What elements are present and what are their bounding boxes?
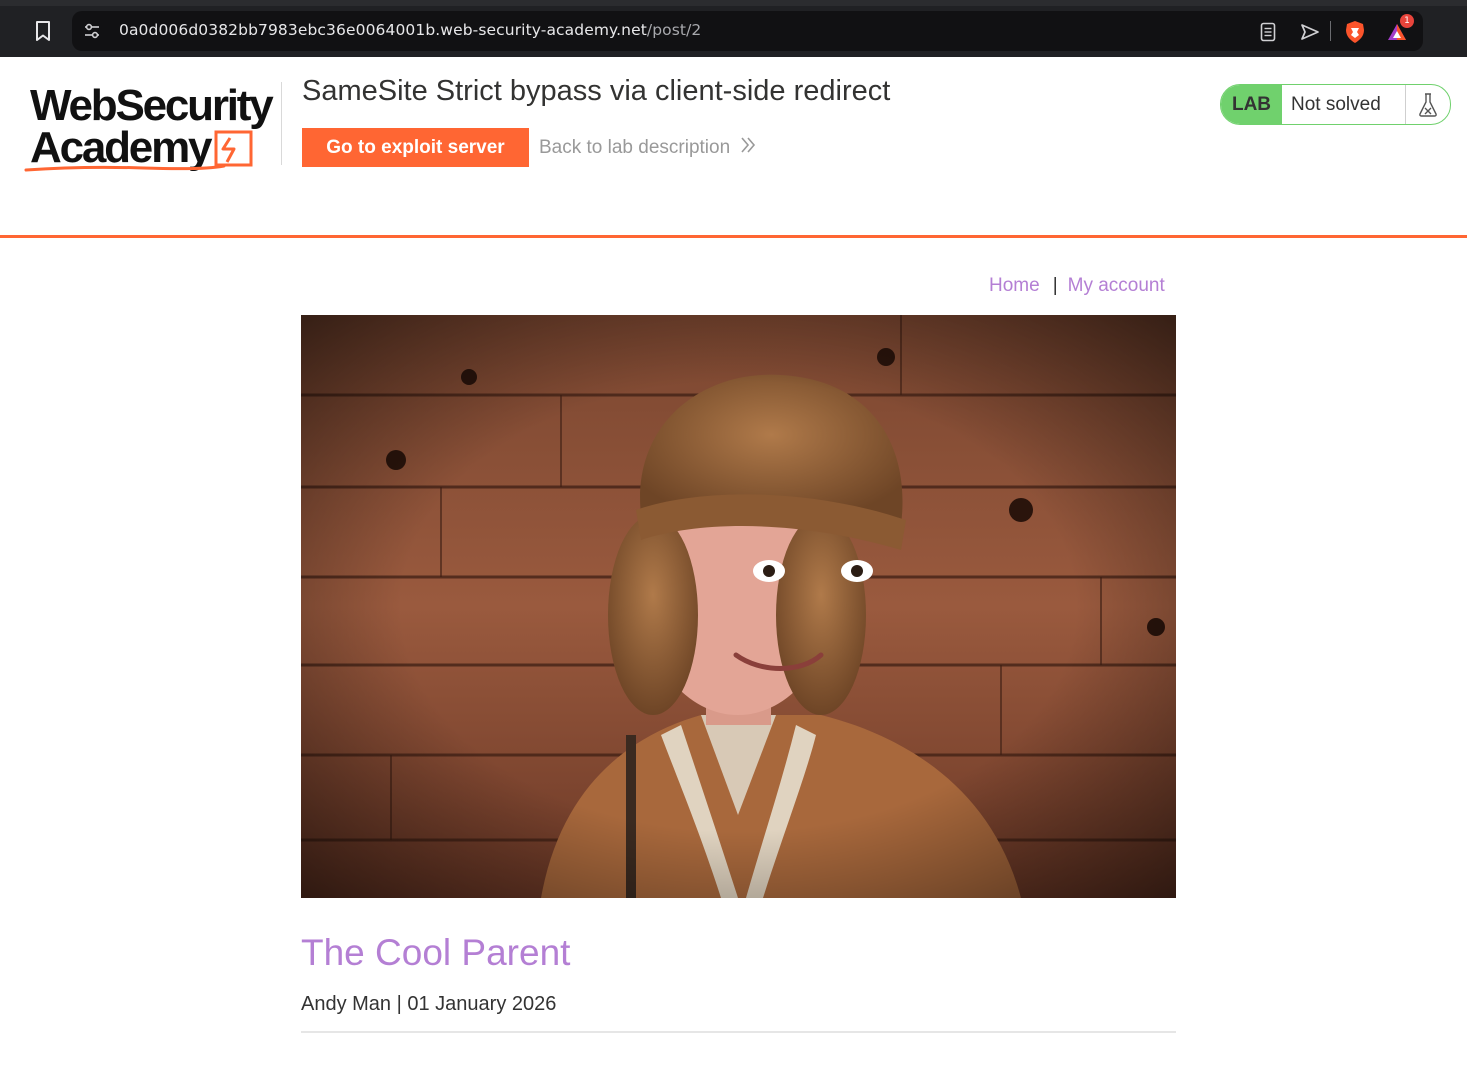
- nav-separator: |: [1052, 275, 1058, 296]
- tab-strip-edge: [0, 0, 1467, 6]
- nav-home-link[interactable]: Home: [989, 275, 1040, 297]
- bookmark-icon[interactable]: [30, 18, 56, 44]
- blog-nav: Home | My account: [989, 275, 1165, 297]
- reader-mode-icon[interactable]: [1257, 21, 1279, 43]
- lab-tag: LAB: [1221, 85, 1282, 124]
- nav-my-account-link[interactable]: My account: [1068, 275, 1165, 297]
- post-meta: Andy Man | 01 January 2026: [301, 993, 557, 1015]
- lab-status-widget: LAB Not solved: [1220, 84, 1451, 125]
- toolbar-separator: [1330, 21, 1331, 41]
- brave-shields-icon[interactable]: [1344, 21, 1366, 43]
- web-security-academy-logo[interactable]: WebSecurity Academy: [24, 82, 279, 174]
- go-to-exploit-server-button[interactable]: Go to exploit server: [302, 128, 529, 167]
- post-title: The Cool Parent: [301, 932, 571, 973]
- flask-icon: [1405, 85, 1450, 124]
- post-image: [301, 315, 1176, 898]
- site-info-icon[interactable]: [82, 21, 102, 41]
- logo-mark-icon: [24, 130, 253, 172]
- url-text[interactable]: 0a0d006d0382bb7983ebc36e0064001b.web-sec…: [119, 21, 701, 39]
- double-chevron-right-icon: [740, 136, 756, 160]
- back-link-label: Back to lab description: [539, 137, 731, 158]
- notification-badge: 1: [1400, 14, 1414, 28]
- url-host: 0a0d006d0382bb7983ebc36e0064001b.web-sec…: [119, 21, 647, 39]
- address-bar[interactable]: 0a0d006d0382bb7983ebc36e0064001b.web-sec…: [72, 11, 1423, 51]
- lab-title: SameSite Strict bypass via client-side r…: [302, 75, 891, 107]
- send-icon[interactable]: [1299, 21, 1321, 43]
- back-to-lab-description-link[interactable]: Back to lab description: [539, 136, 756, 160]
- lab-status-text: Not solved: [1291, 93, 1381, 115]
- logo-divider: [281, 82, 282, 165]
- post-divider: [301, 1031, 1176, 1033]
- lab-header: WebSecurity Academy SameSite Strict bypa…: [0, 57, 1467, 238]
- browser-toolbar: 0a0d006d0382bb7983ebc36e0064001b.web-sec…: [0, 0, 1467, 57]
- url-path: /post/2: [646, 21, 702, 39]
